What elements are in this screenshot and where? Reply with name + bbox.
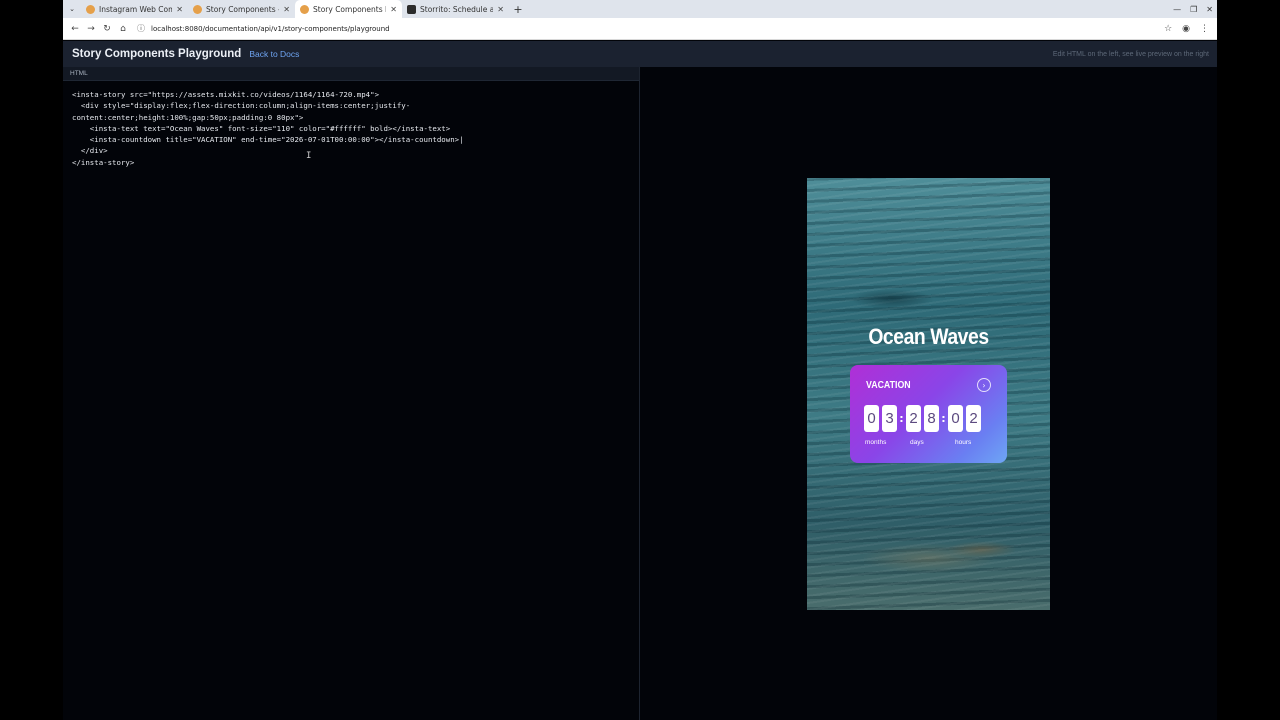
tab-title: Story Components Pl [313, 4, 387, 14]
close-icon[interactable]: ✕ [283, 5, 290, 14]
story-preview: Ocean Waves VACATION › 0 3 : 2 8 : 0 2 m… [807, 178, 1050, 610]
tab-instagram-web-components[interactable]: Instagram Web Comp ✕ [81, 0, 188, 18]
back-arrow-icon[interactable]: ← [67, 24, 83, 34]
url-text: localhost:8080/documentation/api/v1/stor… [151, 24, 390, 33]
digit: 2 [906, 405, 921, 432]
instagram-icon [86, 4, 95, 14]
tab-title: Storrito: Schedule an [420, 4, 494, 14]
unit-label: hours [955, 439, 972, 446]
reload-icon[interactable]: ↻ [99, 24, 115, 34]
digit: 0 [864, 405, 879, 432]
new-tab-button[interactable]: + [509, 3, 527, 16]
countdown-sticker[interactable]: VACATION › 0 3 : 2 8 : 0 2 months days h… [850, 365, 1007, 463]
unit-label: months [865, 439, 887, 446]
browser-toolbar: ← → ↻ ⌂ ⓘ localhost:8080/documentation/a… [63, 18, 1217, 40]
hint-text: Edit HTML on the left, see live preview … [1052, 50, 1209, 58]
profile-icon[interactable]: ◉ [1182, 24, 1190, 34]
unit-label: days [910, 439, 924, 446]
tab-story-components-playground[interactable]: Story Components Pl ✕ [295, 0, 402, 18]
tab-strip: ⌄ Instagram Web Comp ✕ Story Components … [63, 0, 1217, 18]
tab-story-components[interactable]: Story Components - S ✕ [188, 0, 295, 18]
page-title: Story Components Playground [72, 48, 242, 60]
countdown-units: months days hours [865, 439, 1005, 449]
tab-title: Instagram Web Comp [99, 4, 173, 14]
text-cursor-icon: I [306, 151, 312, 161]
tab-search-button[interactable]: ⌄ [63, 0, 81, 18]
editor-label: HTML [63, 67, 639, 81]
app-header: Story Components Playground Back to Docs… [63, 41, 1217, 67]
back-to-docs-link[interactable]: Back to Docs [249, 49, 299, 59]
arrow-circle-icon[interactable]: › [977, 378, 991, 392]
html-editor-pane: HTML <insta-story src="https://assets.mi… [63, 67, 640, 720]
digit: 2 [966, 405, 981, 432]
storrito-icon [407, 4, 416, 14]
digit: 8 [924, 405, 939, 432]
story-text: Ocean Waves [868, 324, 989, 349]
close-icon[interactable]: ✕ [497, 5, 504, 14]
maximize-icon[interactable]: ❐ [1190, 5, 1197, 14]
live-preview-pane: Ocean Waves VACATION › 0 3 : 2 8 : 0 2 m… [641, 67, 1217, 720]
digit: 3 [882, 405, 897, 432]
browser-window: ⌄ Instagram Web Comp ✕ Story Components … [63, 0, 1217, 720]
tab-storrito[interactable]: Storrito: Schedule an ✕ [402, 0, 509, 18]
close-window-icon[interactable]: ✕ [1206, 5, 1213, 14]
close-icon[interactable]: ✕ [176, 5, 183, 14]
bookmark-star-icon[interactable]: ☆ [1164, 24, 1172, 34]
menu-kebab-icon[interactable]: ⋮ [1200, 24, 1209, 34]
minimize-icon[interactable]: — [1173, 5, 1181, 14]
home-icon[interactable]: ⌂ [115, 24, 131, 34]
forward-arrow-icon[interactable]: → [83, 24, 99, 34]
tab-title: Story Components - S [206, 4, 279, 14]
instagram-icon [193, 4, 202, 14]
digit: 0 [948, 405, 963, 432]
separator: : [941, 412, 946, 425]
countdown-title: VACATION [866, 380, 911, 391]
site-info-icon[interactable]: ⓘ [137, 23, 145, 34]
separator: : [899, 412, 904, 425]
countdown-digits: 0 3 : 2 8 : 0 2 [864, 405, 984, 432]
code-editor[interactable]: <insta-story src="https://assets.mixkit.… [72, 89, 464, 168]
instagram-icon [300, 4, 309, 14]
address-bar[interactable]: ⓘ localhost:8080/documentation/api/v1/st… [131, 20, 1164, 38]
close-icon[interactable]: ✕ [390, 5, 397, 14]
window-controls: — ❐ ✕ [1173, 0, 1213, 18]
